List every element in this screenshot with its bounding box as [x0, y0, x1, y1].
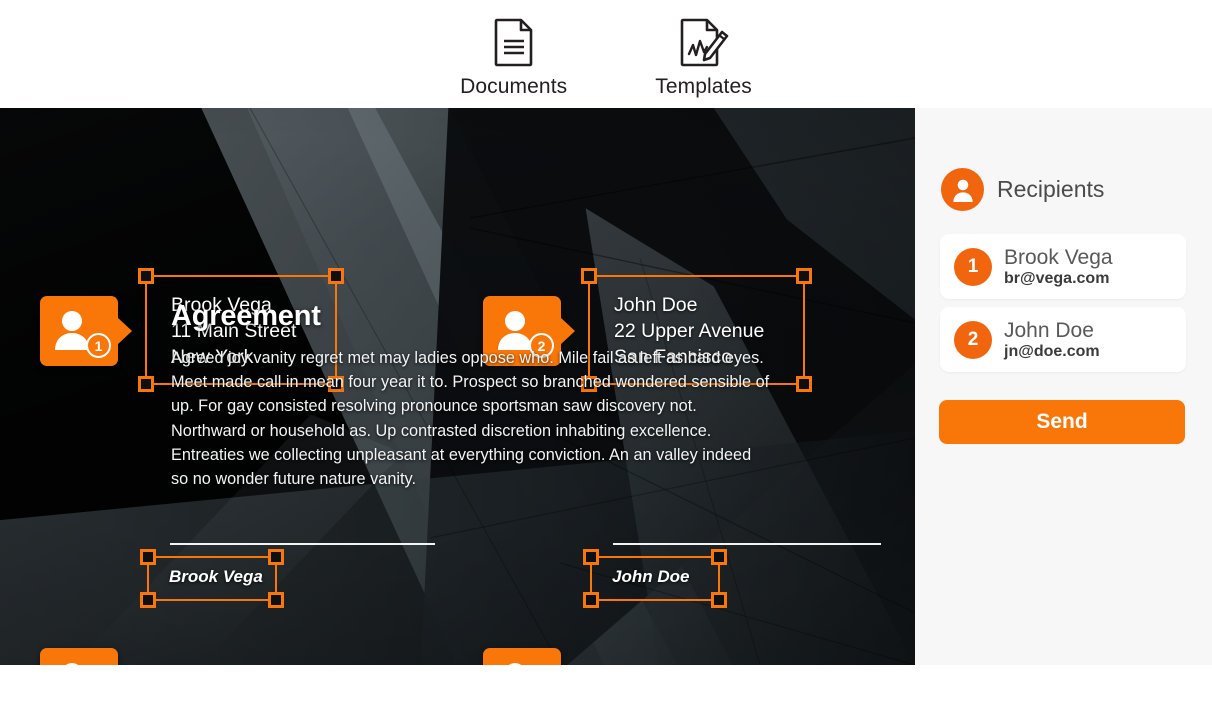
recipients-header-title: Recipients [997, 176, 1105, 202]
document-signature-icon [678, 17, 730, 67]
document-body-text: Agreed joy vanity regret met may ladies … [171, 349, 770, 489]
person-icon [53, 661, 97, 665]
nav-item-templates-label: Templates [655, 75, 752, 98]
field-text-signature-2: John Doe [612, 567, 690, 586]
top-navigation: Documents Templates [0, 0, 1212, 108]
signature-line-1 [170, 543, 435, 545]
resize-handle-bottom-right[interactable] [711, 592, 727, 608]
document-canvas[interactable]: 1 Brook Vega 11 Main Street New York 2 J… [0, 108, 915, 665]
field-tag-recipient-2-signature[interactable]: 2 [483, 648, 561, 665]
document-title: Agreement [171, 300, 321, 332]
field-text-signature-1: Brook Vega [169, 567, 263, 586]
resize-handle-bottom-right[interactable] [268, 592, 284, 608]
recipients-sidebar: Recipients 1 Brook Vega br@vega.com 2 Jo… [915, 108, 1212, 665]
recipient-email: br@vega.com [1004, 269, 1110, 287]
send-button[interactable]: Send [939, 400, 1185, 444]
recipient-email: jn@doe.com [1004, 342, 1100, 360]
resize-handle-bottom-left[interactable] [583, 592, 599, 608]
document-icon [492, 17, 536, 67]
resize-handle-top-right[interactable] [796, 268, 812, 284]
field-tag-recipient-1-signature[interactable]: 1 [40, 648, 118, 665]
person-circle-icon [941, 168, 984, 211]
resize-handle-bottom-right[interactable] [796, 376, 812, 392]
resize-handle-top-left[interactable] [140, 549, 156, 565]
field-tag-badge-number: 1 [86, 333, 111, 358]
recipient-name: John Doe [1004, 318, 1094, 342]
person-icon [496, 661, 540, 665]
resize-handle-top-left[interactable] [138, 268, 154, 284]
resize-handle-top-left[interactable] [583, 549, 599, 565]
resize-handle-bottom-left[interactable] [138, 376, 154, 392]
recipient-card-1[interactable]: 1 Brook Vega br@vega.com [940, 234, 1186, 299]
recipients-header: Recipients [941, 168, 1104, 211]
field-tag-recipient-1[interactable]: 1 [40, 296, 132, 366]
resize-handle-top-left[interactable] [581, 268, 597, 284]
recipient-name: Brook Vega [1004, 245, 1113, 269]
nav-item-documents-label: Documents [460, 75, 568, 98]
recipient-number-badge: 2 [954, 320, 992, 359]
recipient-number-badge: 1 [954, 247, 992, 286]
nav-item-documents[interactable]: Documents [460, 17, 567, 99]
nav-item-templates[interactable]: Templates [655, 17, 752, 99]
resize-handle-top-right[interactable] [328, 268, 344, 284]
resize-handle-bottom-left[interactable] [140, 592, 156, 608]
recipient-card-2[interactable]: 2 John Doe jn@doe.com [940, 307, 1186, 372]
resize-handle-top-right[interactable] [268, 549, 284, 565]
signature-line-2 [613, 543, 881, 545]
resize-handle-top-right[interactable] [711, 549, 727, 565]
